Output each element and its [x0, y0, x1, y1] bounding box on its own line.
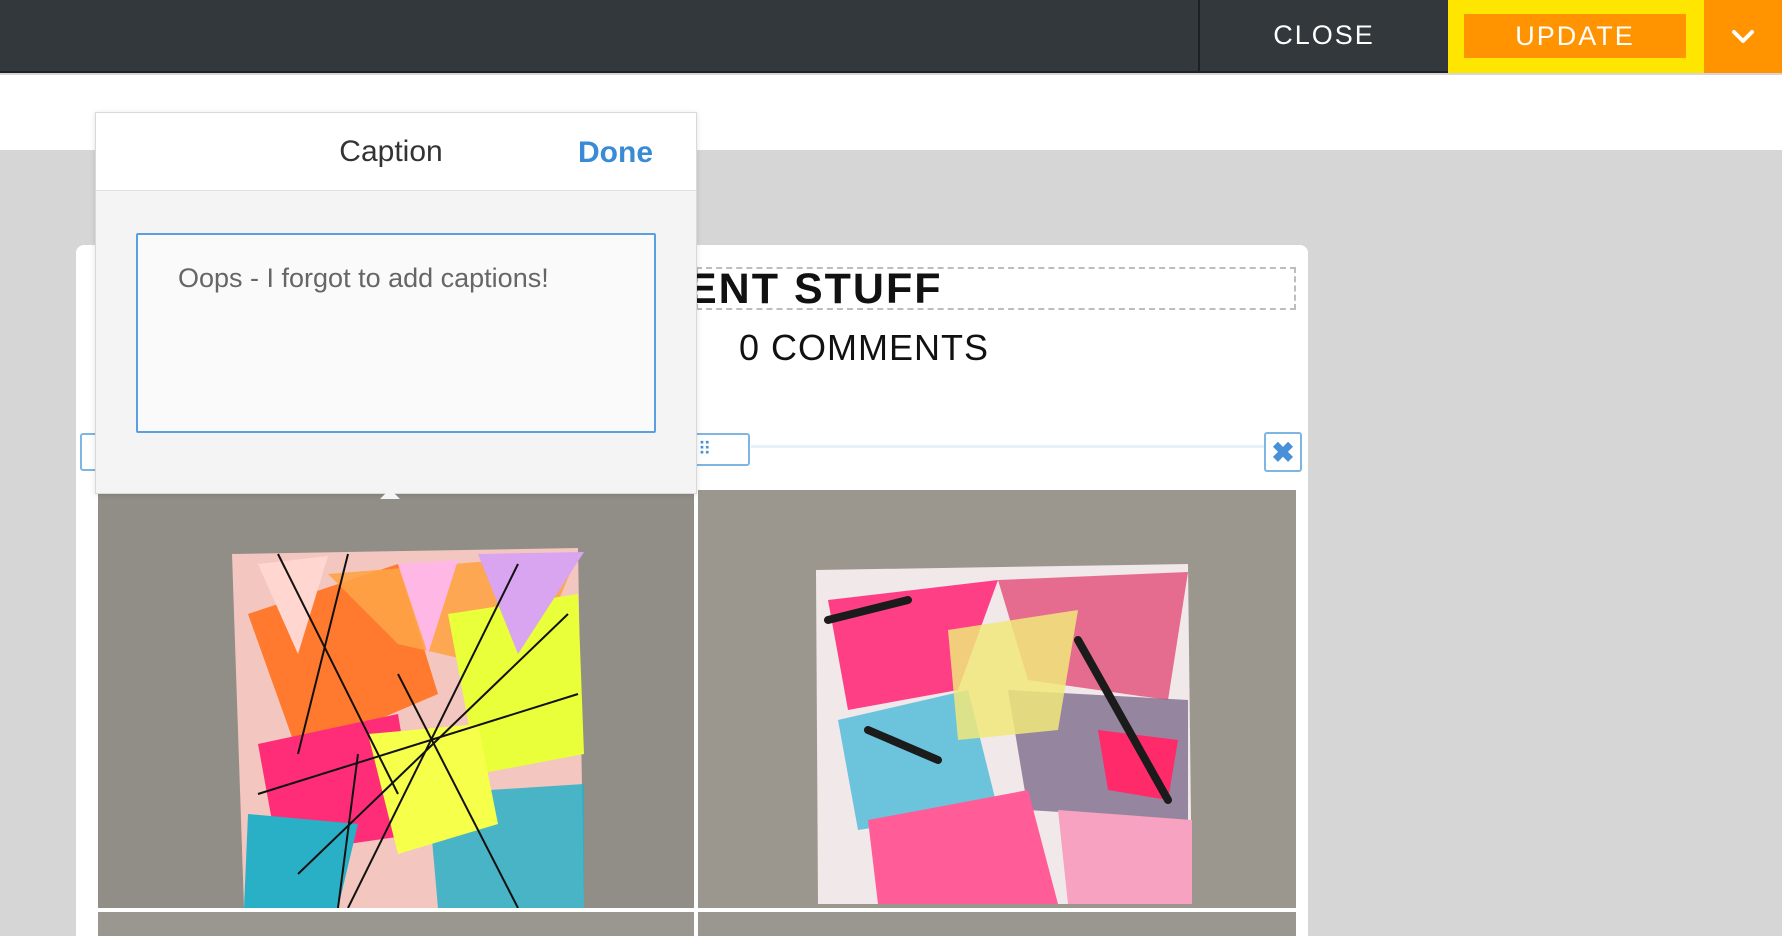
gallery-image-2[interactable]: [698, 490, 1296, 908]
painting-image: [698, 490, 1296, 908]
painting-image: [98, 494, 694, 908]
popover-pointer: [380, 489, 400, 499]
caption-input[interactable]: Oops - I forgot to add captions!: [136, 233, 656, 433]
done-button[interactable]: Done: [578, 136, 653, 170]
caption-popover: Caption Done Oops - I forgot to add capt…: [95, 112, 697, 494]
editor-top-bar: CLOSE UPDATE: [0, 0, 1782, 73]
post-title[interactable]: ENT STUFF: [688, 265, 942, 314]
update-button[interactable]: UPDATE: [1464, 14, 1686, 58]
block-guide-line: [751, 445, 1296, 448]
delete-block-button[interactable]: ✖: [1264, 432, 1302, 472]
gallery-image-1[interactable]: [98, 494, 694, 908]
publish-options-dropdown[interactable]: [1704, 0, 1782, 73]
gallery-image-3[interactable]: [98, 912, 694, 936]
drag-handle-icon: ⠿: [698, 439, 712, 459]
comments-count: 0 COMMENTS: [739, 327, 990, 368]
update-button-highlight: UPDATE: [1448, 0, 1704, 73]
gallery-image-4[interactable]: [698, 912, 1296, 936]
close-button[interactable]: CLOSE: [1198, 0, 1448, 71]
popover-header: Caption Done: [96, 113, 696, 191]
close-icon: ✖: [1271, 436, 1295, 468]
drag-handle[interactable]: ⠿: [688, 433, 750, 466]
chevron-down-icon: [1732, 29, 1754, 43]
